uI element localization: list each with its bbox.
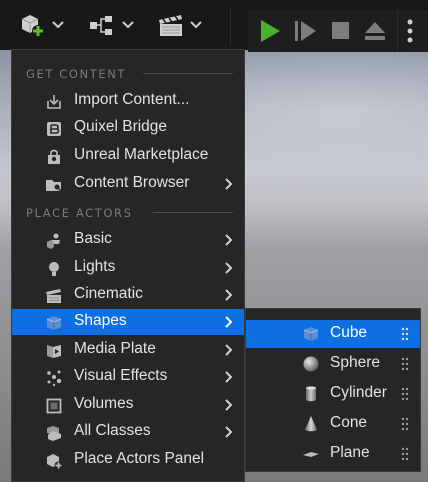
menu-item-label: All Classes <box>74 422 151 439</box>
import-icon <box>47 95 61 109</box>
menu-item-media-plate[interactable]: Media Plate <box>12 337 244 363</box>
drag-handle-icon[interactable] <box>401 357 409 371</box>
menu-item-label: Media Plate <box>74 340 156 357</box>
menu-item-quixel-bridge[interactable]: Quixel Bridge <box>12 115 244 141</box>
chevron-right-icon <box>225 316 233 328</box>
cone-icon <box>305 416 317 432</box>
media-plate-icon <box>47 345 61 358</box>
shape-item-cylinder[interactable]: Cylinder <box>246 380 420 408</box>
sphere-icon <box>303 356 319 372</box>
menu-item-shapes[interactable]: Shapes <box>12 309 244 335</box>
cylinder-icon <box>306 386 316 402</box>
place-actors-icon <box>47 454 63 470</box>
menu-item-label: Shapes <box>74 312 127 329</box>
menu-item-basic[interactable]: Basic <box>12 227 244 253</box>
more-options-icon[interactable] <box>406 18 414 44</box>
chevron-down-icon <box>190 21 202 29</box>
chevron-right-icon <box>225 289 233 301</box>
shape-item-cone[interactable]: Cone <box>246 410 420 438</box>
stop-icon[interactable] <box>330 20 352 42</box>
chevron-right-icon <box>225 399 233 411</box>
play-icon[interactable] <box>258 19 282 43</box>
chevron-down-icon <box>122 21 134 29</box>
menu-item-label: Quixel Bridge <box>74 118 168 135</box>
menu-item-visual-effects[interactable]: Visual Effects <box>12 364 244 390</box>
chevron-right-icon <box>225 426 233 438</box>
toolbar-divider <box>230 8 231 46</box>
shape-item-plane[interactable]: Plane <box>246 440 420 468</box>
menu-item-label: Unreal Marketplace <box>74 146 209 163</box>
shape-item-label: Plane <box>330 444 370 461</box>
shape-item-label: Cylinder <box>330 384 387 401</box>
menu-item-unreal-marketplace[interactable]: Unreal Marketplace <box>12 143 244 169</box>
cube-icon <box>303 327 319 341</box>
menu-item-label: Cinematic <box>74 285 143 302</box>
menu-item-label: Import Content... <box>74 91 190 108</box>
folder-icon <box>46 180 62 192</box>
section-divider <box>153 212 233 213</box>
play-controls <box>248 10 428 52</box>
toolbar-divider <box>397 10 398 52</box>
section-header-get-content: GET CONTENT <box>26 67 127 81</box>
cube-icon <box>46 316 62 330</box>
blueprint-icon <box>90 16 112 35</box>
clapperboard-icon <box>46 289 61 303</box>
quick-add-button[interactable] <box>18 10 68 40</box>
clapperboard-icon <box>159 15 182 36</box>
drag-handle-icon[interactable] <box>401 327 409 341</box>
chevron-right-icon <box>225 234 233 246</box>
shapes-submenu: Cube Sphere Cylinder Cone Plane <box>245 308 421 472</box>
menu-item-label: Volumes <box>74 395 134 412</box>
menu-item-content-browser[interactable]: Content Browser <box>12 171 244 197</box>
menu-item-all-classes[interactable]: All Classes <box>12 419 244 445</box>
chevron-right-icon <box>225 262 233 274</box>
main-toolbar <box>0 0 428 52</box>
shape-item-cube[interactable]: Cube <box>246 320 420 348</box>
blueprints-button[interactable] <box>88 10 138 40</box>
drag-handle-icon[interactable] <box>401 417 409 431</box>
menu-item-label: Content Browser <box>74 174 190 191</box>
shape-item-label: Sphere <box>330 354 380 371</box>
bridge-icon <box>47 122 61 136</box>
lightbulb-icon <box>49 262 59 276</box>
menu-item-cinematic[interactable]: Cinematic <box>12 282 244 308</box>
drag-handle-icon[interactable] <box>401 387 409 401</box>
menu-item-import-content[interactable]: Import Content... <box>12 88 244 114</box>
volume-icon <box>46 398 62 414</box>
menu-item-volumes[interactable]: Volumes <box>12 392 244 418</box>
menu-item-lights[interactable]: Lights <box>12 255 244 281</box>
shape-item-sphere[interactable]: Sphere <box>246 350 420 378</box>
chevron-down-icon <box>52 21 64 29</box>
add-actor-icon <box>21 15 44 37</box>
quick-add-menu: GET CONTENT Import Content... Quixel Bri… <box>11 49 245 482</box>
chevron-right-icon <box>225 344 233 356</box>
drag-handle-icon[interactable] <box>401 447 409 461</box>
advance-frame-icon[interactable] <box>294 19 318 43</box>
cinematics-button[interactable] <box>157 10 207 40</box>
marketplace-icon <box>48 149 60 164</box>
chevron-right-icon <box>225 178 233 190</box>
menu-item-label: Basic <box>74 230 112 247</box>
chevron-right-icon <box>225 371 233 383</box>
basic-actors-icon <box>47 233 60 249</box>
eject-icon[interactable] <box>363 19 387 43</box>
sparkles-icon <box>47 370 62 387</box>
section-divider <box>143 73 233 74</box>
menu-item-label: Lights <box>74 258 116 275</box>
all-classes-icon <box>47 426 61 441</box>
menu-item-place-actors-panel[interactable]: Place Actors Panel <box>12 447 244 473</box>
shape-item-label: Cube <box>330 324 368 341</box>
section-header-place-actors: PLACE ACTORS <box>26 206 133 220</box>
menu-item-label: Place Actors Panel <box>74 450 205 467</box>
plane-icon <box>303 452 319 457</box>
menu-item-label: Visual Effects <box>74 367 168 384</box>
shape-item-label: Cone <box>330 414 368 431</box>
